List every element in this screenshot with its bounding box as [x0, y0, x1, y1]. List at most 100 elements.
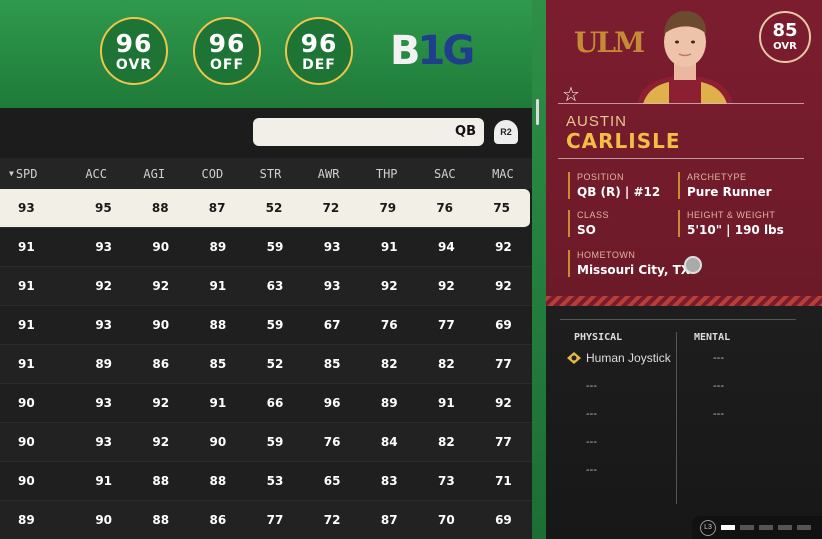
table-cell-agi: 90 [152, 240, 170, 254]
info-label: CLASS [577, 210, 610, 220]
table-row[interactable]: 91 92 92 91 63 93 92 92 92 [0, 267, 532, 306]
table-cell-sac: 70 [437, 513, 455, 527]
column-header-acc[interactable]: ACC [67, 158, 125, 189]
table-cell-thp: 89 [380, 396, 398, 410]
table-cell-mac: 92 [495, 279, 512, 293]
l3-button-icon[interactable]: L3 [700, 519, 716, 536]
column-header-label: AWR [317, 166, 340, 181]
table-cell-acc: 92 [95, 279, 113, 293]
mental-ability-empty: --- [713, 352, 724, 364]
table-cell-str: 53 [266, 474, 284, 488]
table-cell-cod: 89 [209, 240, 227, 254]
page-dot[interactable] [740, 525, 754, 530]
table-cell-sac: 82 [437, 435, 455, 449]
rating-value: 96 [115, 28, 153, 58]
column-header-label: SAC [433, 166, 456, 181]
info-label: HOMETOWN [577, 250, 636, 260]
table-cell-spd: 90 [18, 396, 35, 410]
table-cell-agi: 86 [152, 357, 170, 371]
column-header-thp[interactable]: THP [358, 158, 416, 189]
table-cell-mac: 92 [495, 240, 512, 254]
page-indicator: L3 [692, 516, 822, 539]
column-header-label: AGI [143, 166, 166, 181]
table-row[interactable]: 90 93 92 91 66 96 89 91 92 [0, 384, 532, 423]
column-header-awr[interactable]: AWR [300, 158, 358, 189]
page-dot[interactable] [721, 525, 735, 530]
abilities-panel: PHYSICAL MENTAL Human Joystick --- --- -… [546, 306, 822, 539]
table-cell-awr: 85 [323, 357, 341, 371]
divider [560, 319, 796, 320]
page-dot[interactable] [759, 525, 773, 530]
table-cell-awr: 65 [323, 474, 341, 488]
player-list-panel: 96 OVR 96 OFF 96 DEF B 1G QB R2 ▼ SPD ACC AG… [0, 0, 532, 539]
sort-descending-icon: ▼ [9, 169, 14, 178]
table-cell-spd: 91 [18, 357, 35, 371]
physical-ability[interactable]: Human Joystick [586, 351, 671, 365]
table-cell-str: 59 [266, 318, 284, 332]
table-cell-thp: 92 [380, 279, 398, 293]
position-filter-input[interactable]: QB [253, 118, 484, 146]
table-row[interactable]: 90 91 88 88 53 65 83 73 71 [0, 462, 532, 501]
table-cell-sac: 91 [437, 396, 455, 410]
class-info: CLASS SO [568, 210, 609, 237]
table-cell-thp: 79 [379, 201, 397, 215]
column-header-mac[interactable]: MAC [474, 158, 532, 189]
table-row[interactable]: 89 90 88 86 77 72 87 70 69 [0, 501, 532, 539]
column-header-label: THP [375, 166, 398, 181]
table-cell-agi: 88 [152, 513, 170, 527]
r2-button-icon[interactable]: R2 [494, 120, 518, 144]
mental-ability-empty: --- [713, 408, 724, 420]
table-cell-spd: 91 [18, 318, 35, 332]
table-row-selected[interactable]: 93 95 88 87 52 72 79 76 75 [0, 189, 530, 228]
table-cell-sac: 77 [437, 318, 455, 332]
table-cell-mac: 77 [495, 357, 512, 371]
table-cell-str: 77 [266, 513, 284, 527]
player-overall-rating: 85 OVR [759, 11, 811, 63]
table-cell-sac: 73 [437, 474, 455, 488]
player-headshot [637, 10, 733, 104]
divider [558, 103, 804, 104]
table-cell-thp: 76 [380, 318, 398, 332]
table-cell-spd: 90 [18, 474, 35, 488]
column-header-sac[interactable]: SAC [416, 158, 474, 189]
table-row[interactable]: 91 93 90 89 59 93 91 94 92 [0, 228, 532, 267]
table-cell-acc: 93 [95, 435, 113, 449]
height-weight-info: HEIGHT & WEIGHT 5'10" | 190 lbs [678, 210, 784, 237]
column-header-agi[interactable]: AGI [125, 158, 183, 189]
table-cell-sac: 76 [436, 201, 454, 215]
table-cell-mac: 71 [495, 474, 512, 488]
location-pin-icon [684, 256, 702, 274]
column-header-spd[interactable]: ▼ SPD [0, 158, 67, 189]
page-dot[interactable] [797, 525, 811, 530]
table-cell-thp: 82 [380, 357, 398, 371]
table-cell-agi: 90 [152, 318, 170, 332]
rating-label: DEF [302, 56, 336, 73]
column-header-label: COD [201, 166, 224, 181]
scrollbar-thumb[interactable] [536, 99, 539, 125]
info-value: QB (R) | #12 [577, 185, 661, 199]
panel-divider [532, 0, 546, 539]
table-cell-acc: 95 [94, 201, 112, 215]
player-ovr-value: 85 [772, 20, 798, 41]
table-cell-str: 59 [266, 435, 284, 449]
table-cell-cod: 91 [209, 279, 227, 293]
column-header-cod[interactable]: COD [183, 158, 241, 189]
table-row[interactable]: 91 89 86 85 52 85 82 82 77 [0, 345, 532, 384]
card-border-pattern [546, 296, 822, 306]
table-cell-str: 59 [266, 240, 284, 254]
conference-logo-part: 1G [417, 28, 476, 74]
player-ovr-label: OVR [773, 41, 797, 52]
table-cell-mac: 69 [495, 513, 512, 527]
column-header-str[interactable]: STR [241, 158, 299, 189]
player-card: ULM 85 OVR ☆ AUSTIN CARLISLE POSITION QB… [546, 0, 822, 306]
table-cell-cod: 90 [209, 435, 227, 449]
team-defense-rating: 96 DEF [285, 17, 353, 85]
info-value: Pure Runner [687, 185, 772, 199]
table-cell-agi: 92 [152, 279, 170, 293]
table-cell-cod: 87 [208, 201, 226, 215]
table-cell-awr: 67 [323, 318, 341, 332]
page-dot[interactable] [778, 525, 792, 530]
table-row[interactable]: 91 93 90 88 59 67 76 77 69 [0, 306, 532, 345]
table-cell-thp: 87 [380, 513, 398, 527]
table-row[interactable]: 90 93 92 90 59 76 84 82 77 [0, 423, 532, 462]
